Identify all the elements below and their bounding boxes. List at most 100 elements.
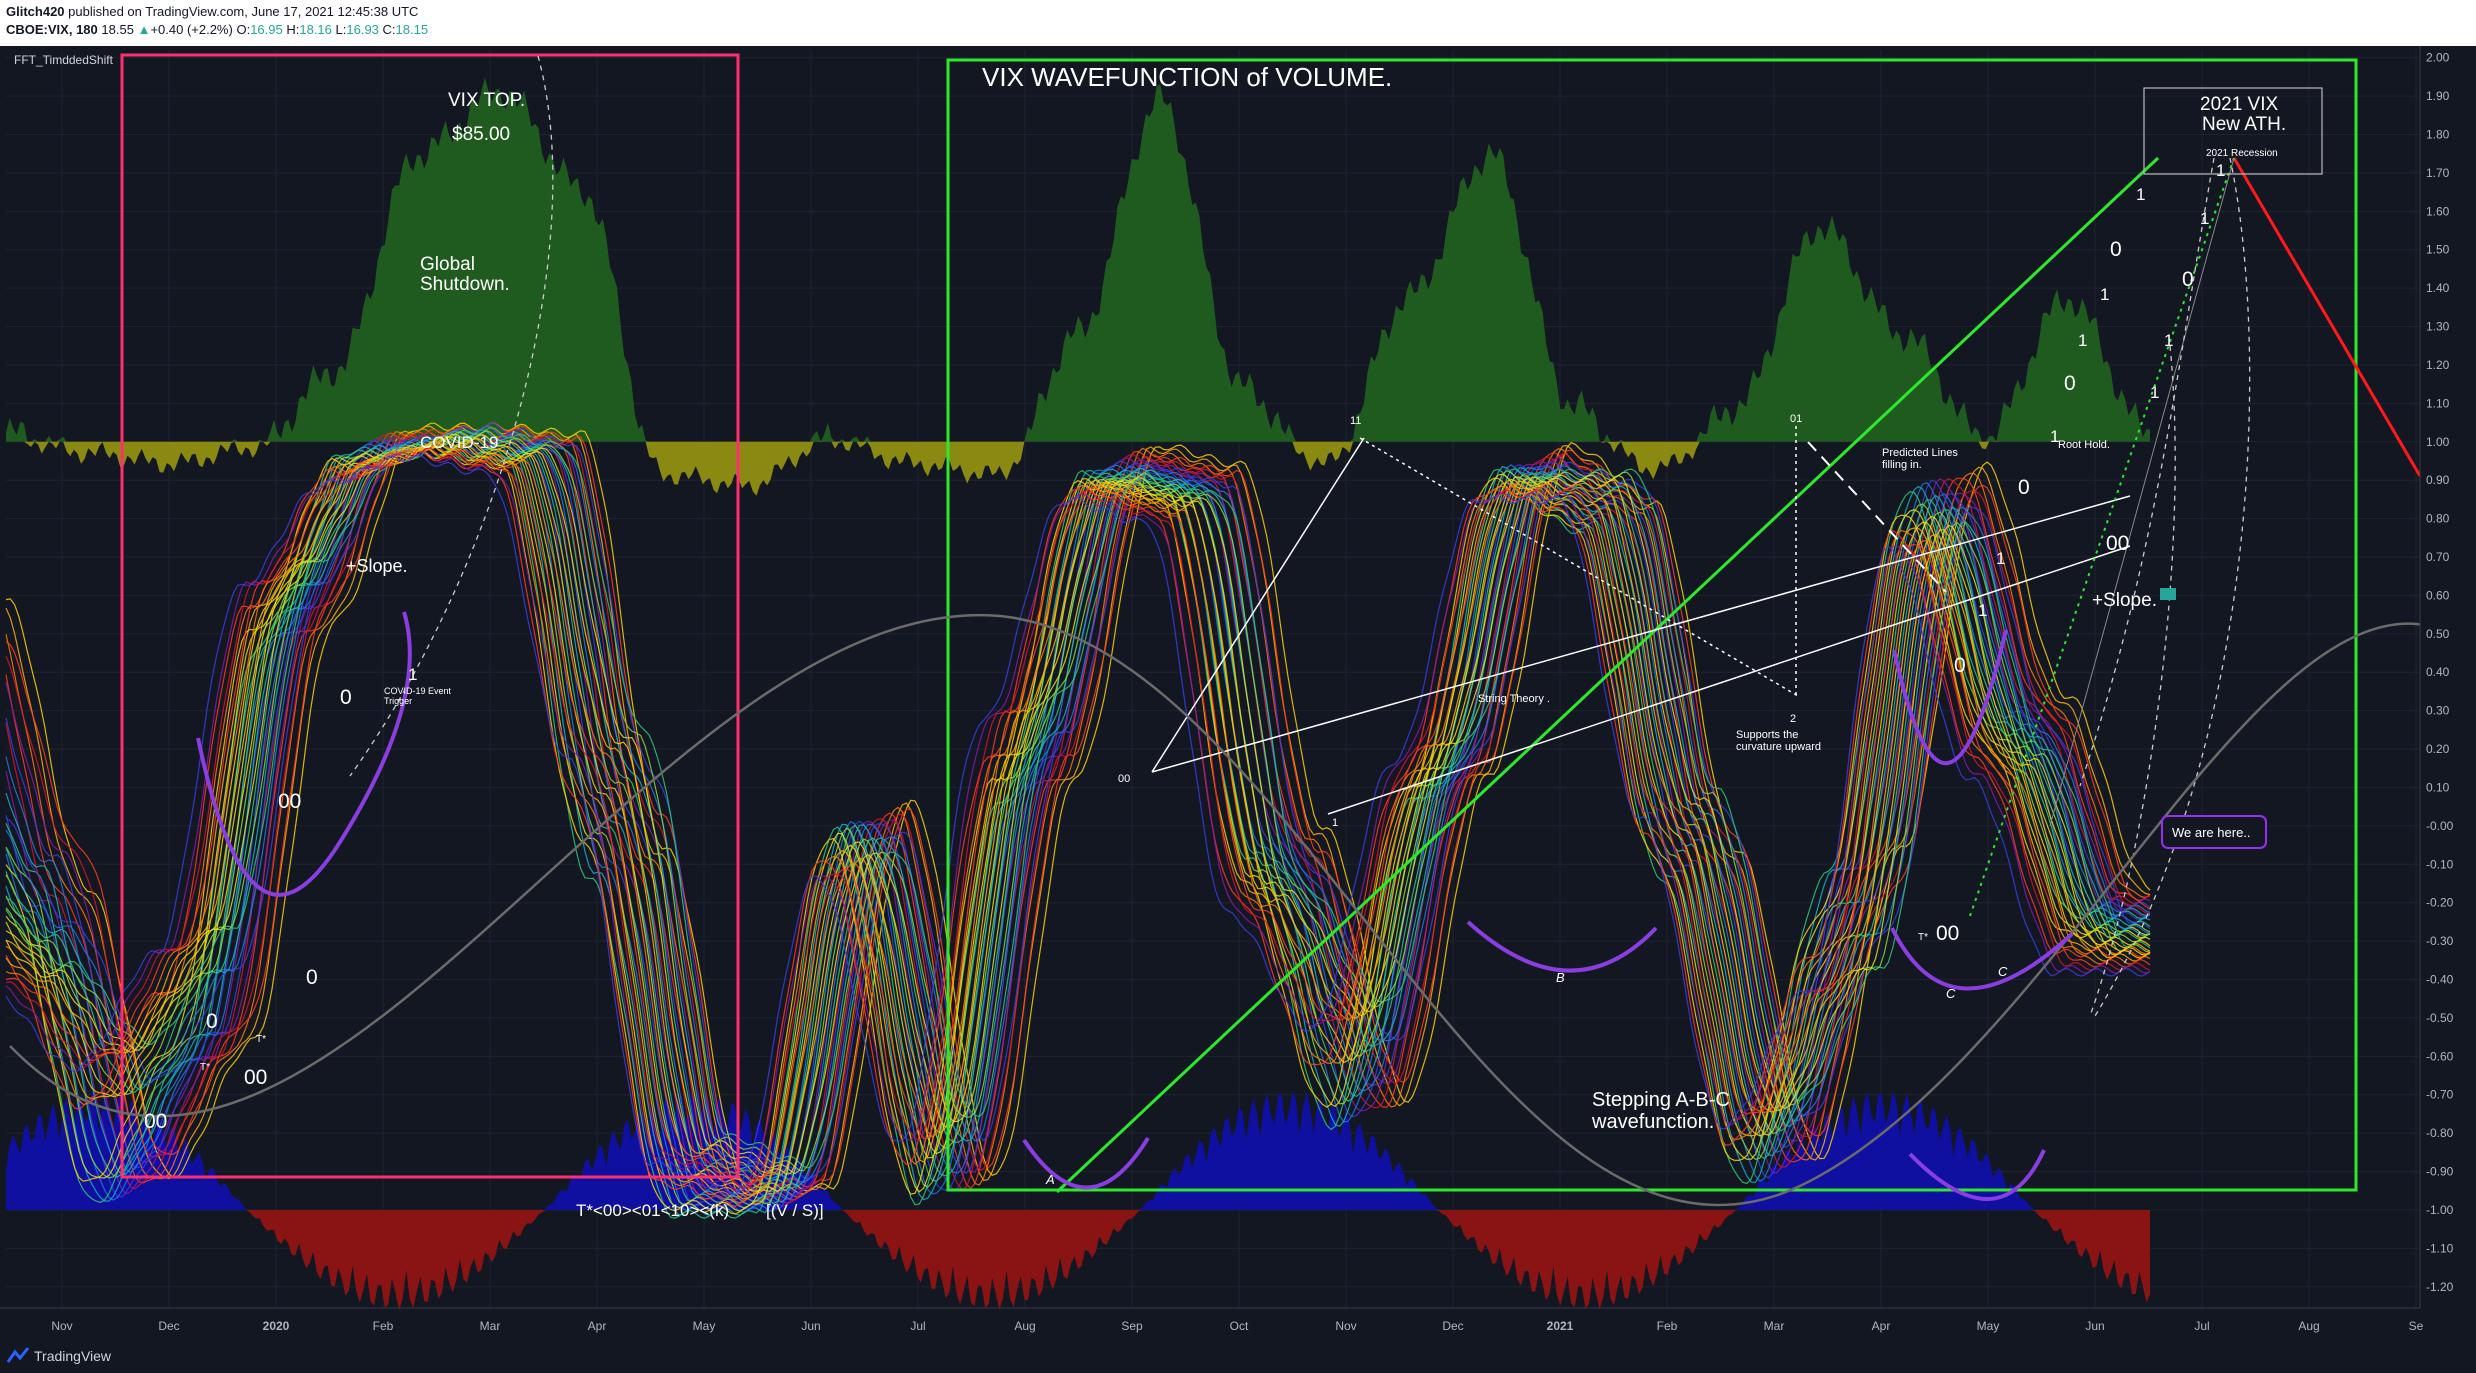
covid-trigger-1: COVID-19 Event	[384, 686, 452, 696]
y-tick-label: 1.10	[2426, 396, 2450, 410]
y-tick-label: 0.90	[2426, 473, 2450, 487]
x-tick-label: Nov	[51, 1319, 72, 1333]
x-tick-label: 2021	[1547, 1319, 1574, 1333]
indicator-label[interactable]: FFT_TimddedShift	[14, 53, 114, 67]
y-tick-label: -0.20	[2426, 896, 2454, 910]
wave-title: VIX WAVEFUNCTION of VOLUME.	[982, 62, 1392, 92]
x-tick-label: Feb	[1657, 1319, 1678, 1333]
num-00-a: 00	[144, 1110, 167, 1133]
supports-label-2: curvature upward	[1736, 741, 1821, 753]
formula-label: T*<00><01<10><(k)	[576, 1201, 729, 1220]
open-label: O:	[236, 22, 251, 37]
low-label: L:	[335, 22, 347, 37]
close-label: C:	[382, 22, 396, 37]
y-tick-label: -0.50	[2426, 1011, 2454, 1025]
vs-label: [(V / S)]	[766, 1201, 824, 1220]
covid-label: COVID-19	[420, 433, 498, 452]
high-label: H:	[286, 22, 300, 37]
num-00-d: 00	[1118, 773, 1130, 785]
y-tick-label: 0.30	[2426, 704, 2450, 718]
author-name[interactable]: Glitch420	[6, 4, 65, 19]
y-tick-label: 1.00	[2426, 435, 2450, 449]
x-tick-label: Feb	[373, 1319, 394, 1333]
x-tick-label: May	[1977, 1319, 2000, 1333]
symbol-name[interactable]: CBOE:VIX, 180	[6, 22, 98, 37]
x-tick-label: Apr	[1872, 1319, 1891, 1333]
low-value: 16.93	[346, 22, 379, 37]
num-0-h: 0	[2182, 268, 2194, 291]
num-0-g: 0	[2110, 238, 2122, 261]
wave-label-c-1: C	[1946, 986, 1956, 1001]
num-1-d: 1	[1996, 549, 2005, 568]
y-tick-label: 0.20	[2426, 742, 2450, 756]
price-change: +0.40 (+2.2%)	[150, 22, 233, 37]
y-tick-label: -0.10	[2426, 857, 2454, 871]
x-tick-label: Jul	[2194, 1319, 2209, 1333]
num-0-e: 0	[2018, 476, 2030, 499]
x-tick-label: Aug	[1014, 1319, 1035, 1333]
x-tick-label: Oct	[1230, 1319, 1249, 1333]
publish-info: published on TradingView.com, June 17, 2…	[68, 4, 419, 19]
tstar-3: T*	[1918, 932, 1928, 943]
y-tick-label: -1.00	[2426, 1203, 2454, 1217]
y-tick-label: 0.80	[2426, 512, 2450, 526]
open-value: 16.95	[250, 22, 283, 37]
y-tick-label: 1.50	[2426, 243, 2450, 257]
slope-label-1: +Slope.	[346, 556, 408, 576]
num-00-e: 00	[1936, 922, 1959, 945]
tradingview-logo-icon[interactable]	[6, 1346, 30, 1367]
wave-label-c-2: C	[1998, 964, 2008, 979]
num-1-a: 1	[408, 665, 417, 684]
x-tick-label: Sep	[1121, 1319, 1143, 1333]
num-1-l: 1	[2216, 161, 2225, 180]
last-price: 18.55	[101, 22, 134, 37]
vix-price-label: $85.00	[452, 124, 510, 145]
price-axis[interactable]: 2.00 1.90 1.80 1.70 1.60 1.50 1.40 1.30 1.20 1.10…	[2419, 46, 2476, 1340]
x-tick-label: May	[693, 1319, 716, 1333]
string-theory-label: String Theory .	[1478, 693, 1550, 705]
shutdown-label: Shutdown.	[420, 274, 510, 295]
num-01: 01	[1790, 413, 1802, 425]
num-1-c: 1	[1978, 601, 1987, 620]
num-00-c: 00	[278, 790, 301, 813]
y-tick-label: 1.90	[2426, 89, 2450, 103]
y-tick-label: 1.20	[2426, 358, 2450, 372]
x-tick-label: Aug	[2298, 1319, 2319, 1333]
num-1-h: 1	[2136, 185, 2145, 204]
y-tick-label: -0.60	[2426, 1049, 2454, 1063]
tstar-1: T*	[200, 1062, 210, 1073]
x-tick-label: Mar	[1764, 1319, 1785, 1333]
footer: TradingView	[0, 1340, 2476, 1373]
num-0-c: 0	[340, 686, 352, 709]
y-tick-label: 0.70	[2426, 550, 2450, 564]
stepping-label-1: Stepping A-B-C	[1592, 1089, 1730, 1111]
wave-label-b: B	[1556, 970, 1565, 985]
y-tick-label: -0.80	[2426, 1126, 2454, 1140]
global-label: Global	[420, 254, 475, 275]
x-tick-label: Jun	[2085, 1319, 2104, 1333]
num-0-d: 0	[1954, 654, 1966, 677]
y-tick-label: -1.20	[2426, 1280, 2454, 1294]
y-tick-label: -0.30	[2426, 934, 2454, 948]
y-tick-label: 0.60	[2426, 588, 2450, 602]
wave-label-a: A	[1045, 1172, 1055, 1187]
chart-canvas[interactable]: VIX TOP. $85.00 Global Shutdown. COVID-1…	[0, 46, 2476, 1340]
ath-label-2: New ATH.	[2202, 114, 2286, 135]
covid-trigger-2: Trigger	[384, 696, 412, 706]
x-tick-label: Dec	[1442, 1319, 1463, 1333]
num-1-g: 1	[2100, 285, 2109, 304]
num-11: 11	[1350, 415, 1361, 427]
num-1-k: 1	[2200, 209, 2209, 228]
teal-marker[interactable]	[2160, 588, 2176, 600]
x-tick-label: Dec	[158, 1319, 179, 1333]
num-0-a: 0	[206, 1010, 218, 1033]
x-tick-label: Nov	[1335, 1319, 1356, 1333]
predicted-label-1: Predicted Lines	[1882, 447, 1958, 459]
num-0-f: 0	[2064, 372, 2076, 395]
slope-label-2: +Slope.	[2092, 590, 2157, 611]
footer-brand[interactable]: TradingView	[34, 1348, 111, 1364]
num-2: 2	[1790, 713, 1796, 725]
num-1-i: 1	[2164, 331, 2173, 350]
close-value: 18.15	[395, 22, 429, 37]
recession-label: 2021 Recession	[2206, 148, 2278, 159]
